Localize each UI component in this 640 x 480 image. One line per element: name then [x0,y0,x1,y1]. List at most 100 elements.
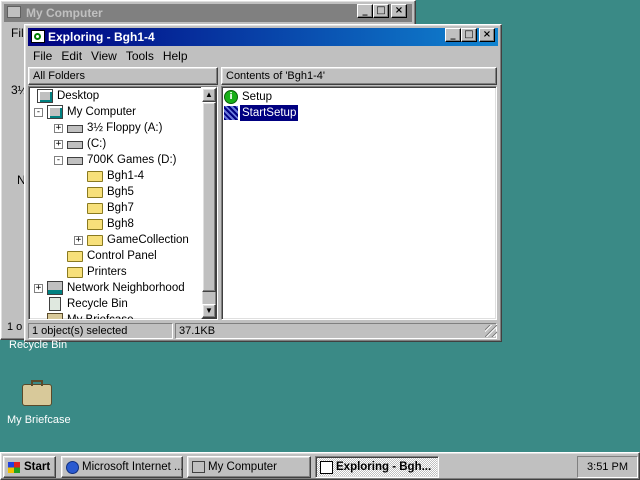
exploring-title-bar[interactable]: Exploring - Bgh1-4 [28,28,498,46]
menu-edit[interactable]: Edit [57,47,87,63]
control-panel-icon [67,251,83,262]
taskbar: Start Microsoft Internet ... My Computer… [0,452,640,480]
maximize-icon: □ [376,5,386,16]
close-icon: × [394,5,404,16]
all-folders-label: All Folders [33,70,85,82]
expand-icon[interactable]: + [74,236,83,245]
maximize-button[interactable]: □ [373,4,389,18]
arrow-down-icon: ▼ [205,306,213,315]
my-computer-title: My Computer [26,6,103,20]
taskbar-button-label: Microsoft Internet ... [82,461,183,473]
tree-item-label: Desktop [57,90,100,102]
tree-item-label: Printers [87,266,127,278]
tree-item-label: GameCollection [107,234,189,246]
partial-status: 1 o [7,321,23,333]
expand-icon[interactable]: + [54,140,63,149]
computer-icon [7,6,21,18]
tree-item-label: Bgh8 [107,218,134,230]
open-folder-icon [87,171,103,182]
minimize-icon: _ [450,29,456,40]
collapse-icon[interactable]: - [54,156,63,165]
explorer-icon [320,461,333,474]
file-label: Setup [242,91,273,103]
tree-scrollbar[interactable]: ▲ ▼ [201,87,217,319]
taskbar-exploring[interactable]: Exploring - Bgh... [315,456,439,478]
briefcase-handle-icon [31,380,43,386]
network-icon [47,281,63,295]
computer-icon [192,461,205,473]
tree-item-label: Bgh5 [107,186,134,198]
explorer-icon [31,30,45,43]
expand-icon[interactable]: + [54,124,63,133]
internet-explorer-icon [66,461,79,474]
contents-pane[interactable]: i Setup StartSetup [221,86,497,320]
clock[interactable]: 3:51 PM [587,461,628,473]
tree-item-label: 3½ Floppy (A:) [87,122,163,134]
taskbar-button-label: My Computer [208,461,278,473]
contents-header: Contents of 'Bgh1-4' [221,67,497,85]
contents-label: Contents of 'Bgh1-4' [226,70,325,82]
desktop-recycle-bin[interactable]: Recycle Bin [0,336,80,356]
tree-item-label: My Briefcase [67,312,133,319]
recycle-bin-icon [49,297,61,311]
file-label-selected: StartSetup [238,104,300,122]
partial-menu-file[interactable]: Fil [11,26,24,40]
menu-bar: File Edit View Tools Help [29,47,497,65]
window-title: Exploring - Bgh1-4 [48,30,155,44]
tree-item-label: Network Neighborhood [67,282,185,294]
taskbar-my-computer[interactable]: My Computer [187,456,311,478]
tree-item-label: Bgh7 [107,202,134,214]
expand-icon[interactable]: + [34,284,43,293]
minimize-button[interactable]: _ [357,4,373,18]
folder-icon [87,187,103,198]
tree-item-label: Bgh1-4 [107,170,145,182]
folder-icon [87,203,103,214]
setup-program-icon [224,106,238,120]
menu-tools[interactable]: Tools [122,47,159,63]
windows-logo-icon [8,462,20,473]
menu-file[interactable]: File [29,47,57,63]
menu-help[interactable]: Help [159,47,193,63]
folder-tree[interactable]: Desktop - My Computer +3½ Floppy (A:) + (C:) -… [28,86,218,320]
close-button[interactable]: × [479,28,495,42]
desktop-my-briefcase[interactable]: My Briefcase [0,376,80,428]
briefcase-icon [22,384,52,406]
menu-view[interactable]: View [87,47,122,63]
minimize-button[interactable]: _ [445,28,461,42]
tree-item-label: Recycle Bin [67,298,128,310]
printers-folder-icon [67,267,83,278]
close-button[interactable]: × [391,4,407,18]
system-tray: 3:51 PM [577,456,638,478]
status-size-text: 37.1KB [179,325,216,337]
scroll-thumb[interactable] [202,102,216,292]
scroll-up-button[interactable]: ▲ [202,88,216,102]
taskbar-internet-explorer[interactable]: Microsoft Internet ... [61,456,183,478]
hard-drive-icon [67,141,83,149]
recycle-bin-label: Recycle Bin [9,339,68,351]
start-button[interactable]: Start [3,456,56,478]
cd-drive-icon [67,157,83,165]
maximize-button[interactable]: □ [461,28,477,42]
floppy-drive-icon [67,125,83,133]
all-folders-header: All Folders [28,67,218,85]
maximize-icon: □ [464,29,474,40]
computer-icon [47,105,63,119]
start-label: Start [24,461,51,473]
resize-grip[interactable] [485,325,497,337]
tree-item-label: (C:) [87,138,107,150]
briefcase-label: My Briefcase [7,414,71,426]
tree-item-label: 700K Games (D:) [87,154,177,166]
close-icon: × [482,29,492,40]
desktop-icon [37,89,53,103]
my-computer-title-bar[interactable]: My Computer [4,4,412,22]
exploring-window[interactable]: Exploring - Bgh1-4 _ □ × File Edit View Too… [24,24,502,342]
briefcase-icon [47,313,63,319]
tree-item-label: My Computer [67,106,137,118]
collapse-icon[interactable]: - [34,108,43,117]
scroll-down-button[interactable]: ▼ [202,304,216,318]
folder-icon [87,235,103,246]
taskbar-button-label: Exploring - Bgh... [336,461,432,473]
tree-item-label: Control Panel [87,250,157,262]
folder-icon [87,219,103,230]
status-size: 37.1KB [175,323,497,339]
